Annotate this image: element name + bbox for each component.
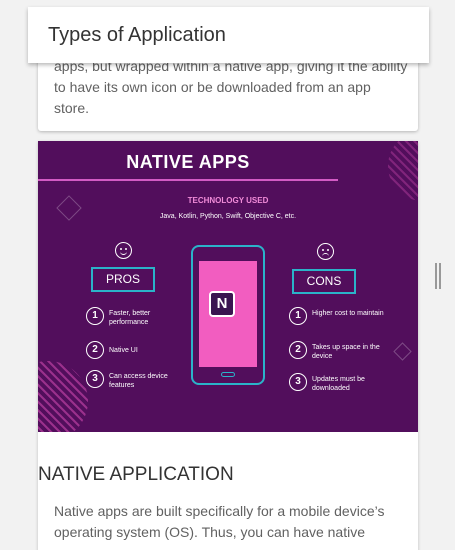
cons-item: 2 Takes up space in the device xyxy=(289,341,409,371)
pros-item-number: 3 xyxy=(86,370,104,388)
cons-item-number: 2 xyxy=(289,341,307,359)
pros-item-number: 2 xyxy=(86,341,104,359)
previous-card-text: apps, but wrapped within a native app, g… xyxy=(54,58,408,116)
cons-item: 3 Updates must be downloaded xyxy=(289,373,409,403)
native-apps-infographic: NATIVE APPS TECHNOLOGY USED Java, Kotlin… xyxy=(38,141,418,432)
pros-label: PROS xyxy=(91,267,155,292)
scrollbar-grip-icon[interactable] xyxy=(435,263,441,289)
cons-item-text: Higher cost to maintain xyxy=(312,310,384,317)
pros-item-text: Native UI xyxy=(109,347,138,354)
cons-item: 1 Higher cost to maintain xyxy=(289,307,409,337)
decor-hatch-left xyxy=(38,361,88,432)
cons-item-number: 1 xyxy=(289,307,307,325)
tech-heading: TECHNOLOGY USED xyxy=(187,196,269,205)
native-app-card: NATIVE APPS TECHNOLOGY USED Java, Kotlin… xyxy=(38,141,418,550)
native-app-icon: N xyxy=(209,291,235,317)
pros-item: 1 Faster, better performance xyxy=(86,307,206,337)
sad-face-icon xyxy=(317,243,334,260)
page: apps, but wrapped within a native app, g… xyxy=(0,0,455,550)
infographic-title: NATIVE APPS xyxy=(126,152,250,172)
cons-item-text: Updates must be downloaded xyxy=(312,376,365,392)
pros-item-text: Faster, better performance xyxy=(109,310,151,326)
section-title: NATIVE APPLICATION xyxy=(38,464,234,485)
phone-illustration: N xyxy=(191,245,265,385)
page-title: Types of Application xyxy=(48,24,226,46)
pros-item-text: Can access device features xyxy=(109,373,168,389)
section-body: Native apps are built specifically for a… xyxy=(54,503,385,540)
title-underline xyxy=(38,179,338,181)
decor-hatch-right xyxy=(388,141,418,201)
pros-item: 2 Native UI xyxy=(86,341,206,371)
home-button-icon xyxy=(221,372,235,377)
tech-list: Java, Kotlin, Python, Swift, Objective C… xyxy=(159,213,297,220)
app-header: Types of Application xyxy=(28,7,429,63)
cons-label: CONS xyxy=(292,269,356,294)
cons-item-text: Takes up space in the device xyxy=(312,344,380,360)
pros-item: 3 Can access device features xyxy=(86,370,206,400)
cons-item-number: 3 xyxy=(289,373,307,391)
happy-face-icon xyxy=(115,242,132,259)
pros-item-number: 1 xyxy=(86,307,104,325)
